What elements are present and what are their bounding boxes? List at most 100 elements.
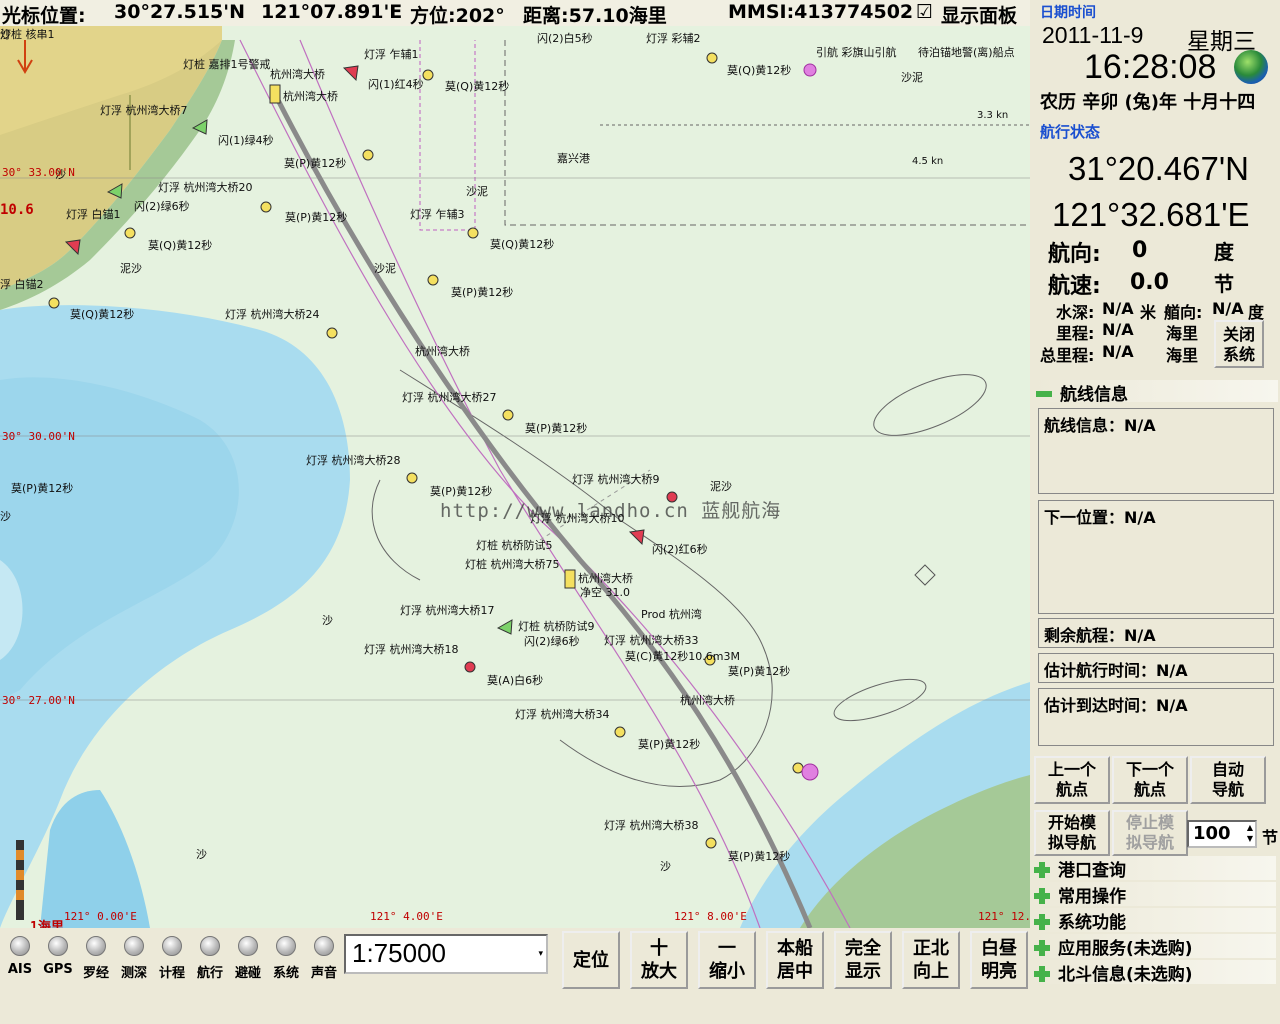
route-info-header[interactable]: 航线信息	[1034, 380, 1278, 405]
chart-label: 莫(Q)黄12秒	[148, 239, 213, 252]
lunar-date: 农历 辛卯 (兔)年 十月十四	[1040, 92, 1256, 113]
show-panel-checkbox[interactable]: ☑	[916, 1, 933, 23]
chart-label: 灯桩 杭桥防试9	[518, 620, 595, 633]
nav-status-title: 航行状态	[1040, 123, 1101, 141]
auto-nav-button[interactable]: 自动 导航	[1190, 756, 1266, 804]
chart-label: 灯浮 杭州湾大桥17	[400, 604, 495, 617]
menu-item[interactable]: 应用服务(未选购)	[1034, 934, 1276, 959]
status-indicator-label: 避碰	[234, 966, 261, 981]
chart-label: Prod 杭州湾	[641, 608, 702, 621]
chart-label: 沙	[660, 860, 671, 873]
status-indicator-label: 测深	[120, 966, 147, 981]
chart-map[interactable]: http://www.landho.cn 蓝舰航海 灯桩 嘉排1号警戒 杭州湾大桥…	[0, 26, 1030, 928]
status-indicator-label: 计程	[158, 966, 185, 981]
map-control-button[interactable]: 一 缩小	[698, 931, 756, 989]
map-control-button[interactable]: 定位	[562, 931, 620, 989]
menu-item-label: 应用服务(未选购)	[1058, 939, 1193, 959]
heading-value: 0	[1132, 238, 1148, 263]
dropdown-arrow-icon[interactable]: ▾	[538, 948, 543, 959]
trip-unit: 海里	[1166, 324, 1199, 343]
next-position-value: 下一位置：N/A	[1044, 508, 1156, 527]
expand-plus-icon	[1034, 914, 1050, 930]
eta-box: 估计到达时间：N/A	[1038, 688, 1274, 746]
cursor-latitude: 30°27.515'N	[114, 1, 245, 23]
globe-icon	[1234, 50, 1268, 84]
chart-label: 闪(2)红6秒	[652, 543, 708, 556]
status-indicator-label: GPS	[43, 962, 73, 977]
status-led-icon	[162, 936, 182, 956]
latitude-label: 30° 27.00'N	[2, 694, 75, 707]
chart-label: 灯浮 杭州湾大桥38	[604, 819, 699, 832]
expand-plus-icon	[1034, 888, 1050, 904]
eta-value: 估计到达时间：N/A	[1044, 696, 1188, 715]
latitude-label: 30° 33.00'N	[2, 166, 75, 179]
speed-unit: 节	[1214, 272, 1234, 296]
status-indicator-label: 声音	[310, 966, 337, 981]
prev-waypoint-button[interactable]: 上一个 航点	[1034, 756, 1110, 804]
chart-label: 莫(P)黄12秒	[525, 422, 588, 435]
chart-label: 杭州湾大桥	[680, 694, 735, 707]
next-waypoint-button[interactable]: 下一个 航点	[1112, 756, 1188, 804]
map-control-button[interactable]: 完全 显示	[834, 931, 892, 989]
chart-label: 灯浮 杭州湾大桥9	[572, 473, 660, 486]
chart-label: 灯浮 乍辅3	[410, 208, 465, 221]
status-led-icon	[200, 936, 220, 956]
chart-label: 灯浮 杭州湾大桥24	[225, 308, 320, 321]
chart-label: 灯浮 白锚1	[66, 208, 121, 221]
close-system-button[interactable]: 关闭 系统	[1214, 320, 1264, 368]
menu-item[interactable]: 系统功能	[1034, 908, 1276, 933]
chart-label: 莫(Q)黄12秒	[727, 64, 792, 77]
spinner-arrows-icon[interactable]: ▲ ▼	[1247, 822, 1253, 844]
status-led-icon	[48, 936, 68, 956]
trip-value: N/A	[1102, 320, 1134, 339]
scale-select[interactable]: 1:75000 ▾	[344, 934, 548, 974]
chart-label: 灯浮 杭州湾大桥33	[604, 634, 699, 647]
stop-sim-button[interactable]: 停止模 拟导航	[1112, 810, 1188, 856]
chart-label: 莫(P)黄12秒	[284, 157, 347, 170]
menu-item-label: 北斗信息(未选购)	[1058, 965, 1193, 985]
menu-item[interactable]: 港口查询	[1034, 856, 1276, 881]
chart-label: 莫(Q)黄12秒	[445, 80, 510, 93]
menu-item[interactable]: 北斗信息(未选购)	[1034, 960, 1276, 985]
chart-label: 泥沙	[710, 480, 732, 493]
current-speed-label: 4.5 kn	[912, 156, 944, 167]
depth-value: N/A	[1102, 299, 1134, 318]
longitude-label: 121° 4.00'E	[370, 910, 443, 923]
speed-value: 0.0	[1130, 270, 1169, 295]
sim-speed-spinner[interactable]: 100 ▲ ▼	[1187, 820, 1257, 848]
chart-label: 嘉兴港	[557, 152, 590, 165]
expand-plus-icon	[1034, 862, 1050, 878]
status-led-icon	[314, 936, 334, 956]
chart-label: 引航 彩旗山引航	[816, 46, 897, 59]
chart-label: 灯浮 杭州湾大桥7	[100, 104, 188, 117]
chart-label: 灯浮 杭州湾大桥27	[402, 391, 497, 404]
chart-label: 净空 31.0	[580, 586, 630, 599]
show-panel-label[interactable]: 显示面板	[941, 1, 1017, 28]
status-indicator: 避碰	[230, 936, 266, 981]
route-info-box: 航线信息：N/A	[1038, 408, 1274, 494]
chart-label: 闪(1)红4秒	[368, 78, 424, 91]
map-control-button[interactable]: 白昼 明亮	[970, 931, 1028, 989]
expand-plus-icon	[1034, 966, 1050, 982]
map-control-button[interactable]: 正北 向上	[902, 931, 960, 989]
chart-label: 灯浮 杭州湾大桥10	[530, 512, 625, 525]
eta-duration-value: 估计航行时间：N/A	[1044, 661, 1188, 680]
menu-item[interactable]: 常用操作	[1034, 882, 1276, 907]
start-sim-button[interactable]: 开始模 拟导航	[1034, 810, 1110, 856]
remaining-box: 剩余航程：N/A	[1038, 618, 1274, 648]
chart-label: 杭州湾大桥	[415, 345, 470, 358]
status-indicator: 计程	[154, 936, 190, 981]
current-speed-label: 3.3 kn	[977, 110, 1009, 121]
status-led-icon	[276, 936, 296, 956]
cursor-position-label: 光标位置:	[2, 5, 86, 27]
chart-label: 沙泥	[466, 185, 488, 198]
map-control-button[interactable]: 十 放大	[630, 931, 688, 989]
trip-label: 里程:	[1056, 324, 1095, 343]
chart-label: 沙	[196, 848, 207, 861]
status-led-icon	[10, 936, 30, 956]
map-control-button[interactable]: 本船 居中	[766, 931, 824, 989]
chart-label: 灯浮 杭州湾大桥20	[158, 181, 253, 194]
status-indicator: GPS	[40, 936, 76, 977]
status-indicator: 航行	[192, 936, 228, 981]
chart-label: 莫(P)黄12秒	[638, 738, 701, 751]
